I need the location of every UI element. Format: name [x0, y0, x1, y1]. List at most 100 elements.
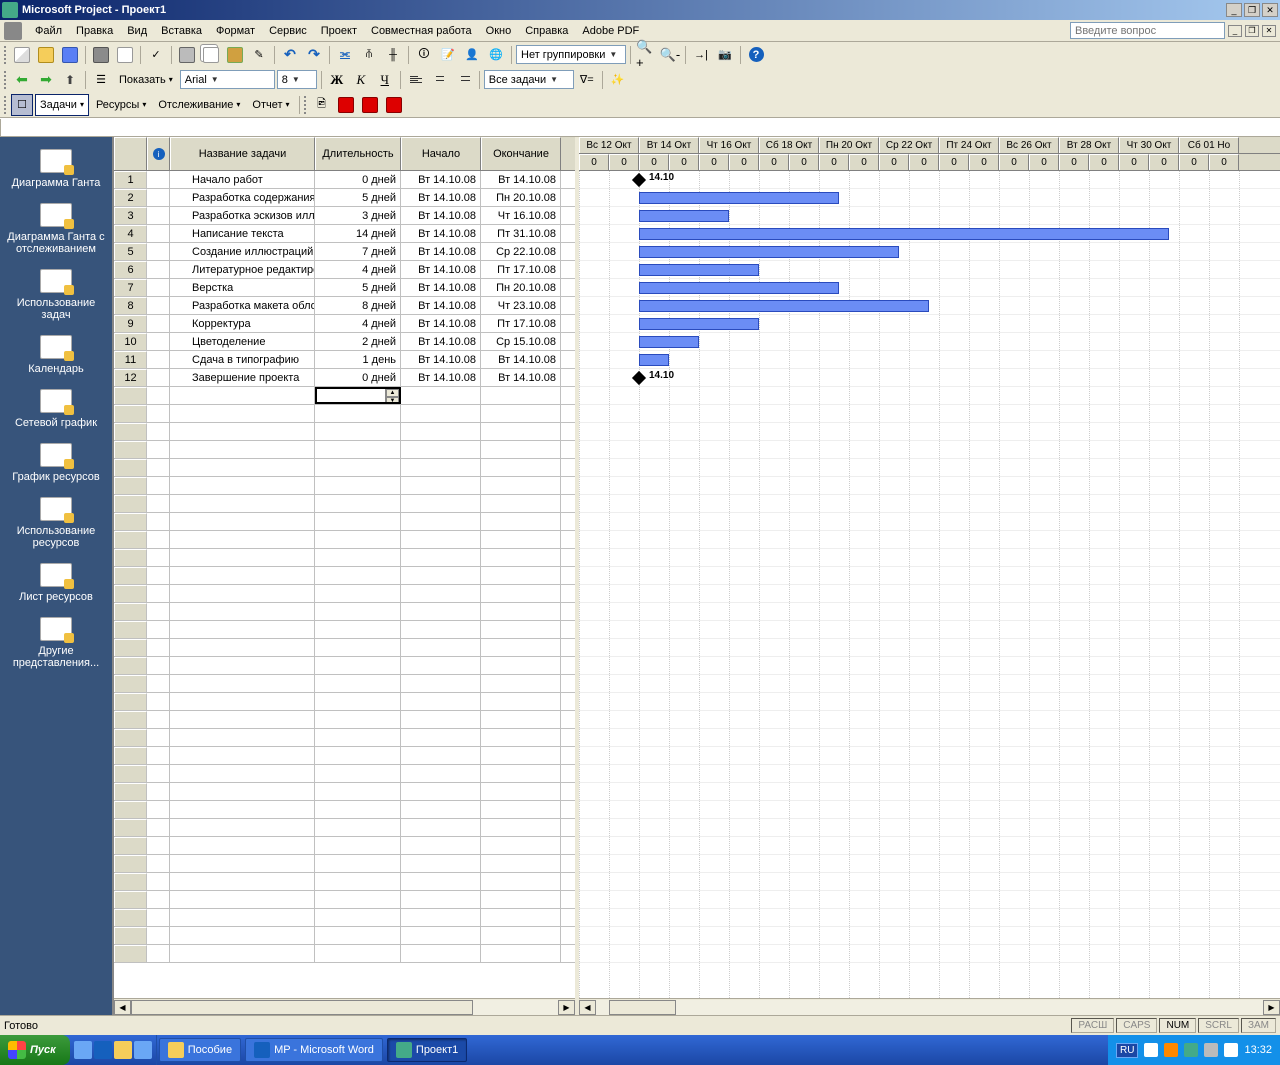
vb-tracking-gantt[interactable]: Диаграмма Ганта с отслеживанием	[2, 199, 110, 259]
cell-duration-selected[interactable]: ▲▼	[315, 387, 401, 404]
row-number[interactable]: 8	[114, 297, 147, 314]
row-number[interactable]: 11	[114, 351, 147, 368]
cell-duration[interactable]	[315, 513, 401, 530]
cell-name[interactable]: Сдача в типографию	[170, 351, 315, 368]
table-row[interactable]	[114, 783, 575, 801]
cell-info[interactable]	[147, 279, 170, 296]
cell-start[interactable]	[401, 729, 481, 746]
cell-name[interactable]	[170, 621, 315, 638]
cell-finish[interactable]: Ср 22.10.08	[481, 243, 561, 260]
cell-finish[interactable]	[481, 891, 561, 908]
cell-start[interactable]: Вт 14.10.08	[401, 189, 481, 206]
cell-finish[interactable]	[481, 873, 561, 890]
cell-name[interactable]	[170, 711, 315, 728]
cell-duration[interactable]: 4 дней	[315, 315, 401, 332]
cell-start[interactable]	[401, 747, 481, 764]
row-number[interactable]: 7	[114, 279, 147, 296]
cell-info[interactable]	[147, 927, 170, 944]
cell-finish[interactable]: Пн 20.10.08	[481, 189, 561, 206]
row-number[interactable]	[114, 567, 147, 584]
row-number[interactable]	[114, 693, 147, 710]
vb-resource-sheet[interactable]: Лист ресурсов	[2, 559, 110, 607]
cell-start[interactable]: Вт 14.10.08	[401, 207, 481, 224]
row-number[interactable]	[114, 873, 147, 890]
table-row[interactable]	[114, 693, 575, 711]
table-row[interactable]: 4Написание текста14 днейВт 14.10.08Пт 31…	[114, 225, 575, 243]
report-dropdown[interactable]: Отчет▾	[247, 94, 294, 116]
cell-info[interactable]	[147, 261, 170, 278]
tasks-dropdown[interactable]: Задачи▾	[35, 94, 89, 116]
align-left-button[interactable]	[405, 69, 427, 91]
assign-button[interactable]: 👤	[461, 44, 483, 66]
cell-duration[interactable]: 2 дней	[315, 333, 401, 350]
table-row[interactable]: 7Верстка5 днейВт 14.10.08Пн 20.10.08	[114, 279, 575, 297]
cell-finish[interactable]	[481, 855, 561, 872]
scroll-thumb[interactable]	[131, 1000, 473, 1015]
menu-window[interactable]: Окно	[479, 23, 519, 39]
cell-finish[interactable]	[481, 801, 561, 818]
cell-duration[interactable]: 0 дней	[315, 369, 401, 386]
cell-duration[interactable]	[315, 855, 401, 872]
row-number[interactable]	[114, 549, 147, 566]
cell-finish[interactable]	[481, 549, 561, 566]
gantt-bar[interactable]	[639, 300, 929, 312]
cell-info[interactable]	[147, 855, 170, 872]
header-duration[interactable]: Длительность	[315, 137, 401, 170]
cell-duration[interactable]: 0 дней	[315, 171, 401, 188]
table-row[interactable]	[114, 873, 575, 891]
cell-start[interactable]	[401, 585, 481, 602]
cell-duration[interactable]	[315, 459, 401, 476]
cell-duration[interactable]	[315, 729, 401, 746]
scroll-right-button[interactable]: ▶	[558, 1000, 575, 1015]
zoomout-button[interactable]: 🔍-	[659, 44, 681, 66]
cell-duration[interactable]	[315, 585, 401, 602]
row-number[interactable]	[114, 837, 147, 854]
header-start[interactable]: Начало	[401, 137, 481, 170]
cell-duration[interactable]	[315, 801, 401, 818]
cell-finish[interactable]	[481, 387, 561, 404]
cell-info[interactable]	[147, 801, 170, 818]
cell-info[interactable]	[147, 945, 170, 962]
taskbar-item[interactable]: MP - Microsoft Word	[245, 1038, 383, 1062]
wizard-button[interactable]: ✨	[607, 69, 629, 91]
menu-edit[interactable]: Правка	[69, 23, 120, 39]
cell-duration[interactable]	[315, 549, 401, 566]
menu-format[interactable]: Формат	[209, 23, 262, 39]
cell-name[interactable]	[170, 549, 315, 566]
cell-finish[interactable]	[481, 639, 561, 656]
table-row[interactable]	[114, 657, 575, 675]
cell-info[interactable]	[147, 171, 170, 188]
row-number[interactable]	[114, 513, 147, 530]
row-number[interactable]	[114, 585, 147, 602]
cell-info[interactable]	[147, 459, 170, 476]
gantt-bar[interactable]	[639, 228, 1169, 240]
cell-finish[interactable]: Ср 15.10.08	[481, 333, 561, 350]
cell-start[interactable]	[401, 459, 481, 476]
cell-info[interactable]	[147, 441, 170, 458]
cell-name[interactable]	[170, 387, 315, 404]
cell-name[interactable]	[170, 423, 315, 440]
cell-finish[interactable]	[481, 405, 561, 422]
cell-start[interactable]	[401, 477, 481, 494]
table-row[interactable]	[114, 729, 575, 747]
table-row[interactable]: 3Разработка эскизов иллю3 днейВт 14.10.0…	[114, 207, 575, 225]
cell-duration[interactable]	[315, 621, 401, 638]
cell-start[interactable]: Вт 14.10.08	[401, 261, 481, 278]
table-row[interactable]	[114, 909, 575, 927]
scroll-left-button[interactable]: ◀	[579, 1000, 596, 1015]
table-row[interactable]	[114, 711, 575, 729]
cell-duration[interactable]	[315, 819, 401, 836]
table-row[interactable]	[114, 531, 575, 549]
milestone-marker[interactable]	[632, 173, 646, 187]
cell-finish[interactable]	[481, 747, 561, 764]
vb-calendar[interactable]: Календарь	[2, 331, 110, 379]
cell-name[interactable]	[170, 837, 315, 854]
cell-duration[interactable]	[315, 603, 401, 620]
table-row[interactable]: ▲▼	[114, 387, 575, 405]
header-name[interactable]: Название задачи	[170, 137, 315, 170]
table-row[interactable]	[114, 639, 575, 657]
cell-duration[interactable]: 3 дней	[315, 207, 401, 224]
cell-info[interactable]	[147, 369, 170, 386]
filter-dropdown[interactable]: Все задачи▼	[484, 70, 574, 89]
toggle-guide-button[interactable]: ☐	[11, 94, 33, 116]
